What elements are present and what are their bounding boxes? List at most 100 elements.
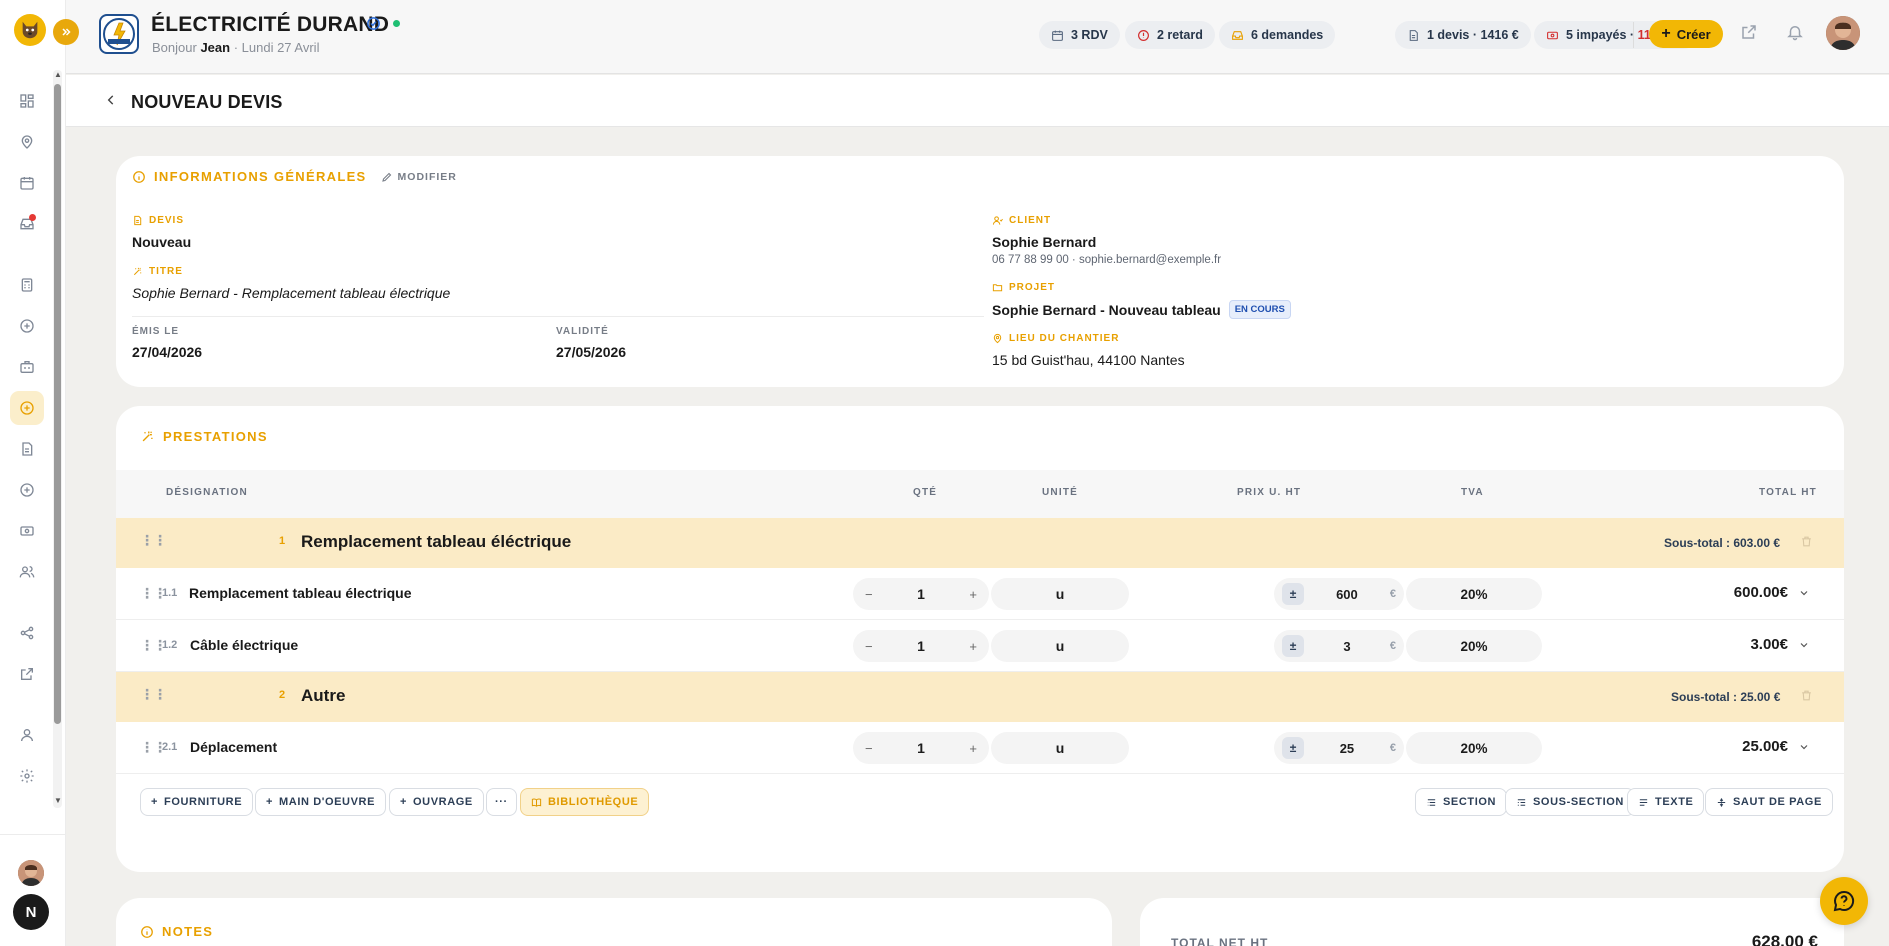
scroll-up-icon[interactable]: ▲ (53, 70, 63, 80)
item-number: 1.2 (162, 639, 178, 651)
decrement-button[interactable]: − (865, 587, 873, 602)
section-row[interactable]: ⋮⋮ 1 Remplacement tableau éléctrique Sou… (116, 518, 1844, 568)
col-qte: QTÉ (913, 487, 938, 498)
price-sign-button[interactable]: ± (1282, 737, 1304, 759)
more-button[interactable]: ··· (486, 788, 517, 816)
section-row[interactable]: ⋮⋮ 2 Autre Sous-total : 25.00 € (116, 672, 1844, 722)
price-sign-button[interactable]: ± (1282, 583, 1304, 605)
client-label: CLIENT (992, 215, 1051, 226)
modify-button[interactable]: MODIFIER (381, 171, 457, 183)
bell-icon[interactable] (1786, 23, 1808, 45)
rdv-pill[interactable]: 3 RDV (1039, 21, 1120, 49)
sidebar-item-payments[interactable] (10, 514, 44, 548)
chevron-down-icon[interactable] (1798, 639, 1810, 651)
sidebar-item-map[interactable] (10, 125, 44, 159)
table-row[interactable]: ⋮⋮ 2.1 Déplacement − 1 + u ± 25 € 20% 25… (116, 722, 1844, 774)
table-row[interactable]: ⋮⋮ 1.2 Câble électrique − 1 + u ± 3 € 20… (116, 620, 1844, 672)
add-ouvrage-button[interactable]: + OUVRAGE (389, 788, 484, 816)
trash-icon[interactable] (1800, 689, 1813, 702)
back-button[interactable] (104, 93, 118, 107)
add-texte-button[interactable]: TEXTE (1627, 788, 1705, 816)
add-saut-de-page-button[interactable]: SAUT DE PAGE (1705, 788, 1833, 816)
sidebar-item-clients[interactable] (10, 555, 44, 589)
demandes-pill[interactable]: 6 demandes (1219, 21, 1336, 49)
table-row[interactable]: ⋮⋮ 1.1 Remplacement tableau électrique −… (116, 568, 1844, 620)
drag-handle-icon[interactable]: ⋮⋮ (140, 686, 167, 703)
tva-field[interactable]: 20% (1406, 732, 1542, 764)
plus-icon: + (151, 796, 159, 808)
decrement-button[interactable]: − (865, 639, 873, 654)
section-number: 2 (279, 689, 286, 701)
sidebar-item-calendar[interactable] (10, 166, 44, 200)
price-value[interactable]: 25 (1304, 741, 1390, 756)
app-logo[interactable] (14, 14, 46, 46)
workspace-badge[interactable]: N (13, 894, 49, 930)
price-field[interactable]: ± 25 € (1274, 732, 1404, 764)
sidebar-item-inbox[interactable] (10, 207, 44, 241)
unit-field[interactable]: u (991, 732, 1129, 764)
price-value[interactable]: 3 (1304, 639, 1390, 654)
euro-symbol: € (1389, 588, 1396, 600)
drag-handle-icon[interactable]: ⋮⋮ (140, 532, 167, 549)
price-sign-button[interactable]: ± (1282, 635, 1304, 657)
add-main-oeuvre-button[interactable]: + MAIN D'OEUVRE (255, 788, 387, 816)
retard-pill[interactable]: 2 retard (1125, 21, 1215, 49)
increment-button[interactable]: + (969, 639, 977, 654)
section-name[interactable]: Autre (301, 686, 345, 706)
help-button[interactable] (1820, 877, 1868, 925)
quantity-value[interactable]: 1 (917, 586, 925, 602)
increment-button[interactable]: + (969, 741, 977, 756)
add-fourniture-button[interactable]: + FOURNITURE (140, 788, 254, 816)
prestations-card: PRESTATIONS DÉSIGNATION QTÉ UNITÉ PRIX U… (116, 406, 1844, 872)
user-avatar[interactable] (1826, 16, 1860, 50)
document-icon (1409, 29, 1418, 41)
sidebar-item-devis[interactable] (10, 391, 44, 425)
tva-field[interactable]: 20% (1406, 578, 1542, 610)
sidebar-item-profile[interactable] (10, 718, 44, 752)
add-sous-section-button[interactable]: SOUS-SECTION (1505, 788, 1635, 816)
chevron-down-icon[interactable] (1798, 587, 1810, 599)
decrement-button[interactable]: − (865, 741, 873, 756)
sidebar-item-share[interactable] (10, 616, 44, 650)
pencil-icon (381, 172, 391, 182)
sidebar-item-calculator[interactable] (10, 268, 44, 302)
section-subtotal: Sous-total : 25.00 € (1671, 690, 1781, 704)
company-logo[interactable] (99, 14, 139, 54)
add-section-button[interactable]: SECTION (1415, 788, 1508, 816)
sidebar-item-briefcase[interactable] (10, 350, 44, 384)
sidebar-item-documents[interactable] (10, 432, 44, 466)
bibliotheque-button[interactable]: BIBLIOTHÈQUE (520, 788, 650, 816)
unit-field[interactable]: u (991, 578, 1129, 610)
quantity-stepper: − 1 + (853, 732, 989, 764)
item-name[interactable]: Déplacement (190, 739, 277, 755)
create-button[interactable]: + Créer (1649, 20, 1723, 48)
chevron-down-icon[interactable] (1798, 741, 1810, 753)
sidebar-item-external[interactable] (10, 657, 44, 691)
tva-field[interactable]: 20% (1406, 630, 1542, 662)
avatar[interactable] (18, 860, 44, 886)
trash-icon[interactable] (1800, 535, 1813, 548)
sidebar-item-dashboard[interactable] (10, 84, 44, 118)
gear-icon (20, 769, 34, 783)
price-field[interactable]: ± 3 € (1274, 630, 1404, 662)
section-name[interactable]: Remplacement tableau éléctrique (301, 532, 571, 552)
devis-pill[interactable]: 1 devis · 1416 € (1395, 21, 1531, 49)
increment-button[interactable]: + (969, 587, 977, 602)
item-name[interactable]: Remplacement tableau électrique (189, 585, 412, 601)
quantity-value[interactable]: 1 (917, 740, 925, 756)
item-name[interactable]: Câble électrique (190, 637, 298, 653)
external-link-icon[interactable] (1740, 23, 1762, 45)
client-name[interactable]: Sophie Bernard (992, 234, 1096, 250)
unit-field[interactable]: u (991, 630, 1129, 662)
sidebar-item-settings[interactable] (10, 759, 44, 793)
sidebar-item-add-2[interactable] (10, 473, 44, 507)
expand-sidebar-button[interactable] (53, 19, 79, 45)
price-value[interactable]: 600 (1304, 587, 1390, 602)
company-name: ÉLECTRICITÉ DURAND (151, 13, 390, 36)
quantity-value[interactable]: 1 (917, 638, 925, 654)
scroll-down-icon[interactable]: ▼ (53, 796, 63, 806)
price-field[interactable]: ± 600 € (1274, 578, 1404, 610)
projet-value[interactable]: Sophie Bernard - Nouveau tableau (992, 302, 1221, 318)
sidebar-item-add[interactable] (10, 309, 44, 343)
sidebar-scrollbar[interactable] (54, 84, 61, 724)
